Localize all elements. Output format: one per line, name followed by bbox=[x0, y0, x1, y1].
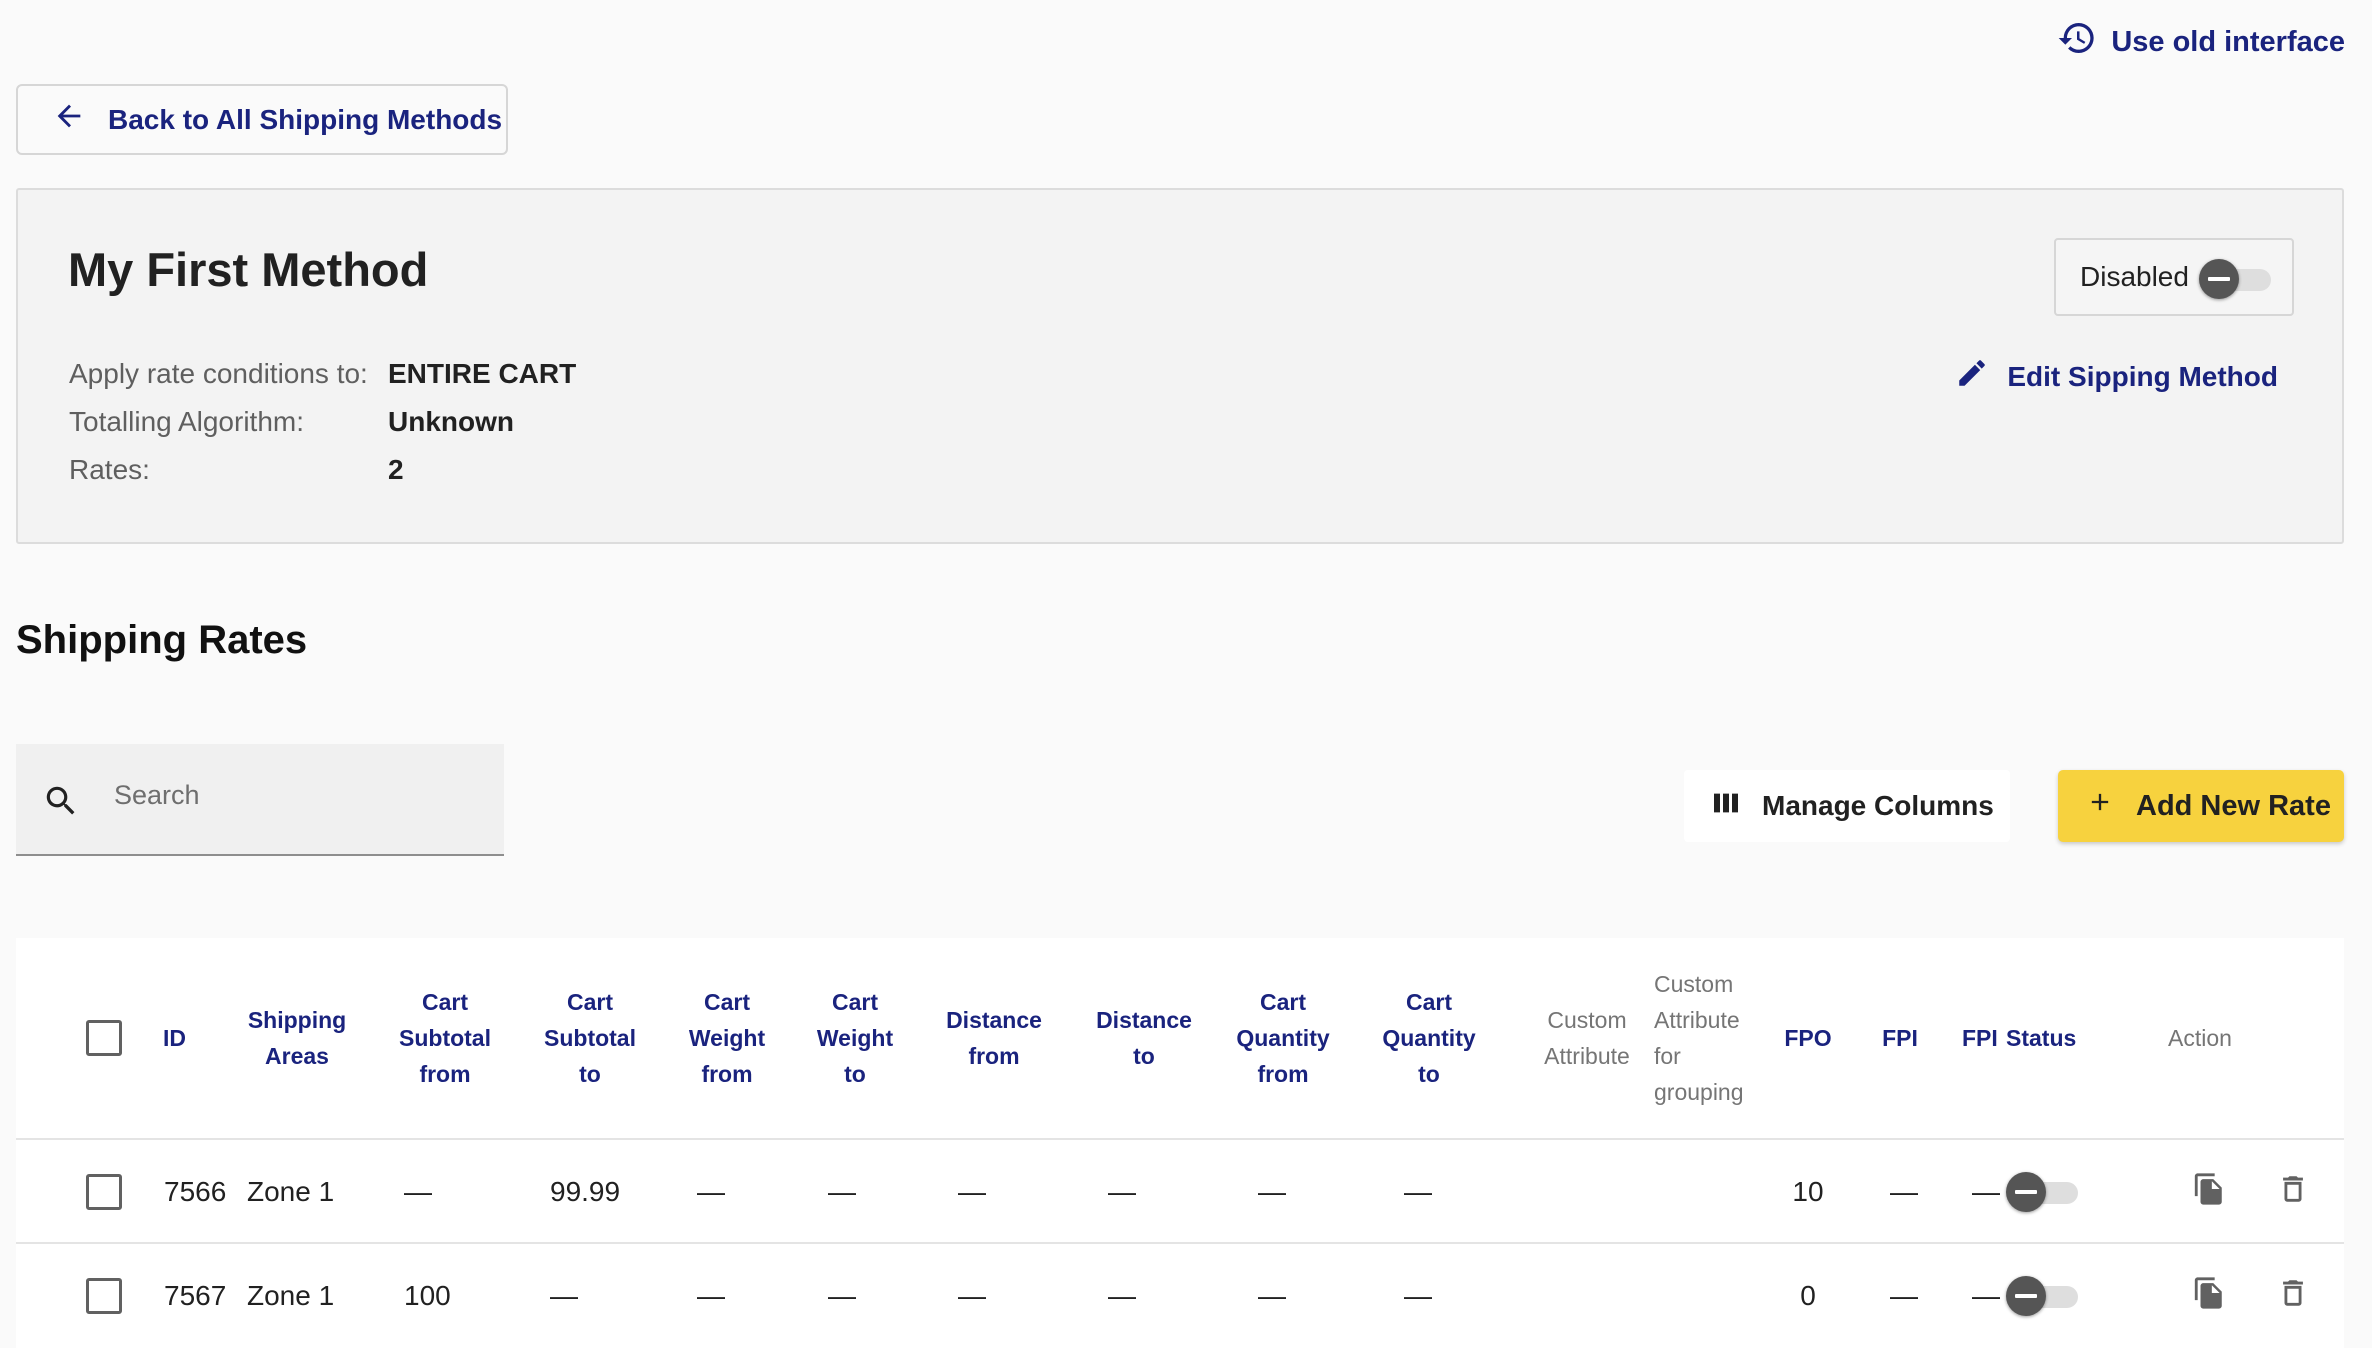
back-button-label: Back to All Shipping Methods bbox=[108, 103, 503, 135]
cell-distance-from: — bbox=[958, 1176, 986, 1207]
copy-icon bbox=[2194, 1277, 2222, 1309]
row-checkbox[interactable] bbox=[86, 1278, 122, 1314]
cell-fpi: — bbox=[1890, 1176, 1918, 1207]
meta-row-apply-to: Apply rate conditions to: ENTIRE CART bbox=[69, 350, 576, 398]
cell-distance-from: — bbox=[958, 1280, 986, 1311]
status-label: Disabled bbox=[2080, 261, 2189, 292]
toggle-knob bbox=[2006, 1172, 2046, 1212]
header-qty-from[interactable]: Cart Quantity from bbox=[1228, 938, 1338, 1138]
method-title: My First Method bbox=[68, 243, 429, 296]
plus-icon bbox=[2086, 788, 2114, 824]
shipping-rates-heading: Shipping Rates bbox=[16, 618, 308, 662]
view-columns-icon bbox=[1710, 787, 1742, 826]
duplicate-rate-button[interactable] bbox=[2192, 1172, 2226, 1211]
cell-fpi: — bbox=[1890, 1280, 1918, 1311]
use-old-interface-link[interactable]: Use old interface bbox=[2057, 18, 2345, 66]
cell-subtotal-from: — bbox=[404, 1176, 432, 1207]
search-input[interactable] bbox=[114, 779, 474, 811]
cell-weight-to: — bbox=[828, 1176, 856, 1207]
cell-id: 7567 bbox=[164, 1280, 227, 1311]
method-summary-card: My First Method Apply rate conditions to… bbox=[16, 188, 2344, 544]
cell-id: 7566 bbox=[164, 1176, 227, 1207]
meta-value: Unknown bbox=[388, 406, 514, 437]
header-action: Action bbox=[2168, 1025, 2232, 1051]
toggle-knob bbox=[2198, 259, 2239, 299]
copy-icon bbox=[2194, 1173, 2222, 1205]
header-weight-to[interactable]: Cart Weight to bbox=[810, 938, 900, 1138]
rates-table: ID Shipping Areas Cart Subtotal from Car… bbox=[16, 938, 2344, 1348]
header-custom-attribute[interactable]: Custom Attribute bbox=[1534, 938, 1640, 1138]
manage-columns-button[interactable]: Manage Columns bbox=[1684, 770, 2010, 842]
cell-areas: Zone 1 bbox=[247, 1176, 335, 1207]
cell-weight-to: — bbox=[828, 1280, 856, 1311]
cell-fpi-2: — bbox=[1972, 1280, 2000, 1311]
cell-weight-from: — bbox=[697, 1176, 725, 1207]
cell-subtotal-from: 100 bbox=[404, 1280, 451, 1311]
header-qty-to[interactable]: Cart Quantity to bbox=[1374, 938, 1484, 1138]
cell-areas: Zone 1 bbox=[247, 1280, 335, 1311]
cell-subtotal-to: 99.99 bbox=[550, 1176, 621, 1207]
meta-label: Rates: bbox=[69, 454, 150, 485]
header-fpi[interactable]: FPI bbox=[1865, 938, 1935, 1138]
back-to-methods-button[interactable]: Back to All Shipping Methods bbox=[16, 84, 508, 155]
method-enabled-toggle[interactable] bbox=[2198, 257, 2273, 299]
toggle-knob bbox=[2006, 1276, 2046, 1316]
meta-value: ENTIRE CART bbox=[388, 358, 577, 389]
cell-qty-from: — bbox=[1258, 1280, 1286, 1311]
table-row: 7567 Zone 1 100 — — — — — — — 0 — — bbox=[16, 1242, 2344, 1346]
meta-value: 2 bbox=[388, 454, 404, 485]
cell-distance-to: — bbox=[1108, 1280, 1136, 1311]
duplicate-rate-button[interactable] bbox=[2192, 1276, 2226, 1315]
header-fpi-2[interactable]: FPI bbox=[1962, 938, 2002, 1138]
header-distance-from[interactable]: Distance from bbox=[934, 938, 1054, 1138]
cell-fpo: 10 bbox=[1792, 1176, 1824, 1207]
rate-enabled-toggle[interactable] bbox=[2006, 1274, 2080, 1316]
search-field[interactable] bbox=[16, 744, 504, 856]
header-fpo[interactable]: FPO bbox=[1768, 938, 1848, 1138]
add-new-rate-label: Add New Rate bbox=[2136, 789, 2331, 822]
header-subtotal-from[interactable]: Cart Subtotal from bbox=[390, 938, 500, 1138]
edit-method-link[interactable]: Edit Sipping Method bbox=[1955, 356, 2278, 397]
header-shipping-areas[interactable]: Shipping Areas bbox=[242, 938, 352, 1138]
method-meta: Apply rate conditions to: ENTIRE CART To… bbox=[69, 350, 576, 494]
trash-icon bbox=[2283, 1176, 2303, 1202]
search-icon bbox=[42, 774, 80, 825]
header-weight-from[interactable]: Cart Weight from bbox=[677, 938, 777, 1138]
cell-fpo: 0 bbox=[1800, 1280, 1816, 1311]
delete-rate-button[interactable] bbox=[2276, 1172, 2310, 1211]
header-status[interactable]: Status bbox=[2006, 938, 2106, 1138]
history-icon bbox=[2057, 18, 2097, 66]
edit-method-label: Edit Sipping Method bbox=[2007, 360, 2278, 392]
arrow-left-icon bbox=[52, 99, 86, 140]
method-status-box: Disabled bbox=[2054, 238, 2294, 316]
trash-icon bbox=[2283, 1280, 2303, 1306]
cell-subtotal-to: — bbox=[550, 1280, 578, 1311]
use-old-interface-label: Use old interface bbox=[2111, 25, 2345, 58]
header-id[interactable]: ID bbox=[163, 938, 223, 1138]
meta-row-rates: Rates: 2 bbox=[69, 446, 576, 494]
cell-distance-to: — bbox=[1108, 1176, 1136, 1207]
header-distance-to[interactable]: Distance to bbox=[1084, 938, 1204, 1138]
meta-label: Totalling Algorithm: bbox=[69, 406, 305, 437]
manage-columns-label: Manage Columns bbox=[1762, 790, 1994, 821]
add-new-rate-button[interactable]: Add New Rate bbox=[2058, 770, 2344, 842]
pencil-icon bbox=[1955, 356, 1989, 397]
delete-rate-button[interactable] bbox=[2276, 1276, 2310, 1315]
row-checkbox[interactable] bbox=[86, 1174, 122, 1210]
table-row: 7566 Zone 1 — 99.99 — — — — — — 10 — — bbox=[16, 1138, 2344, 1242]
meta-row-algorithm: Totalling Algorithm: Unknown bbox=[69, 398, 576, 446]
rate-enabled-toggle[interactable] bbox=[2006, 1170, 2080, 1212]
cell-qty-from: — bbox=[1258, 1176, 1286, 1207]
cell-fpi-2: — bbox=[1972, 1176, 2000, 1207]
header-custom-attribute-grouping[interactable]: Custom Attribute for grouping bbox=[1654, 938, 1764, 1138]
cell-weight-from: — bbox=[697, 1280, 725, 1311]
meta-label: Apply rate conditions to: bbox=[69, 358, 368, 389]
select-all-checkbox[interactable] bbox=[86, 1020, 122, 1056]
cell-qty-to: — bbox=[1404, 1176, 1432, 1207]
header-subtotal-to[interactable]: Cart Subtotal to bbox=[535, 938, 645, 1138]
cell-qty-to: — bbox=[1404, 1280, 1432, 1311]
